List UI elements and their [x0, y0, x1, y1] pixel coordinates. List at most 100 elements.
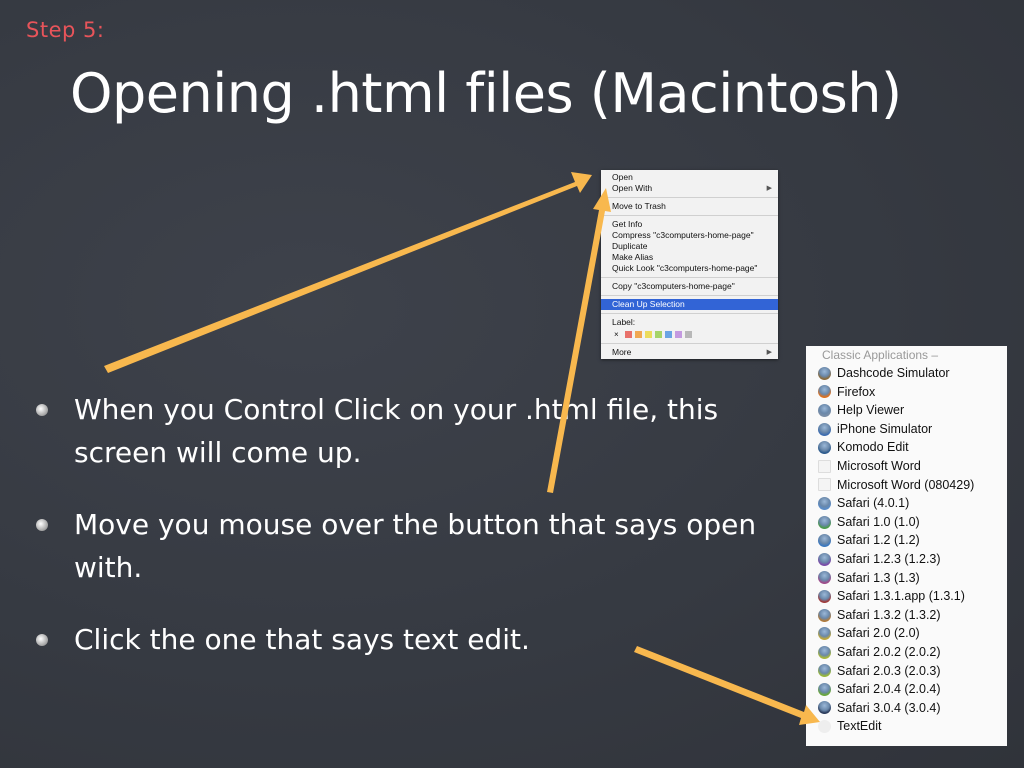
app-item-label: iPhone Simulator	[837, 421, 933, 436]
menu-item-label: Quick Look "c3computers-home-page"	[612, 263, 758, 273]
app-item[interactable]: TextEdit	[806, 717, 1007, 736]
menu-item-label: More	[612, 347, 632, 357]
app-item-label: Safari 2.0.3 (2.0.3)	[837, 663, 941, 678]
menu-item-label: Duplicate	[612, 241, 648, 251]
blank-app-icon	[818, 478, 831, 492]
slide-title: Opening .html files (Macintosh)	[70, 62, 902, 125]
clear-label-icon[interactable]: ×	[614, 330, 619, 339]
bullet-icon	[36, 634, 48, 646]
app-item[interactable]: Safari 1.3 (1.3)	[806, 569, 1007, 588]
app-item[interactable]: Help Viewer	[806, 401, 1007, 420]
help-viewer-icon	[818, 403, 831, 417]
bullet-icon	[36, 519, 48, 531]
app-item[interactable]: Safari 3.0.4 (3.0.4)	[806, 699, 1007, 718]
bullet-text: When you Control Click on your .html fil…	[74, 393, 719, 469]
menu-item-label: Copy "c3computers-home-page"	[612, 281, 735, 291]
app-item[interactable]: Safari 2.0.4 (2.0.4)	[806, 680, 1007, 699]
menu-item-more[interactable]: More ▶	[601, 347, 778, 358]
app-item[interactable]: Safari 1.3.2 (1.3.2)	[806, 606, 1007, 625]
label-swatch-yellow[interactable]	[644, 330, 652, 338]
open-with-submenu: Classic Applications – Dashcode Simulato…	[806, 346, 1007, 746]
app-item-label: Safari 2.0 (2.0)	[837, 626, 920, 641]
app-item-label: Help Viewer	[837, 403, 905, 418]
blank-app-icon	[818, 459, 831, 473]
safari-icon	[818, 534, 831, 548]
app-item-label: Safari 2.0.4 (2.0.4)	[837, 682, 941, 697]
app-item-label: Safari 1.3 (1.3)	[837, 570, 920, 585]
menu-item-label: Make Alias	[612, 252, 654, 262]
menu-separator	[601, 197, 778, 198]
label-swatch-green[interactable]	[654, 330, 662, 338]
safari-icon	[818, 627, 831, 641]
app-item-label: Safari 2.0.2 (2.0.2)	[837, 644, 941, 659]
textedit-icon	[818, 720, 831, 734]
menu-item-open[interactable]: Open	[601, 172, 778, 183]
menu-item-get-info[interactable]: Get Info	[601, 219, 778, 230]
bullet-item: When you Control Click on your .html fil…	[36, 388, 796, 474]
context-menu: Open Open With ▶ Move to Trash Get Info C…	[601, 170, 778, 359]
bullet-text: Move you mouse over the button that says…	[74, 508, 757, 584]
label-swatch-red[interactable]	[624, 330, 632, 338]
menu-item-duplicate[interactable]: Duplicate	[601, 241, 778, 252]
app-item-label: Safari 1.3.2 (1.3.2)	[837, 607, 941, 622]
app-item-label: Safari 1.2 (1.2)	[837, 533, 920, 548]
menu-item-label: Move to Trash	[612, 201, 666, 211]
app-item-label: Komodo Edit	[837, 440, 909, 455]
iphone-simulator-icon	[818, 422, 831, 436]
safari-icon	[818, 645, 831, 659]
app-item[interactable]: Safari 1.0 (1.0)	[806, 513, 1007, 532]
app-item[interactable]: Microsoft Word (080429)	[806, 476, 1007, 495]
label-heading: Label:	[601, 317, 778, 328]
safari-icon	[818, 552, 831, 566]
app-item-label: Safari 1.3.1.app (1.3.1)	[837, 589, 965, 604]
app-item[interactable]: Safari 1.3.1.app (1.3.1)	[806, 587, 1007, 606]
menu-separator	[601, 343, 778, 344]
menu-item-copy[interactable]: Copy "c3computers-home-page"	[601, 281, 778, 292]
label-swatch-blue[interactable]	[664, 330, 672, 338]
app-item[interactable]: Safari 2.0.3 (2.0.3)	[806, 662, 1007, 681]
menu-item-make-alias[interactable]: Make Alias	[601, 252, 778, 263]
safari-icon	[818, 701, 831, 715]
app-item[interactable]: Safari 2.0 (2.0)	[806, 624, 1007, 643]
komodo-icon	[818, 441, 831, 455]
safari-icon	[818, 682, 831, 696]
safari-icon	[818, 608, 831, 622]
app-item-label: Safari (4.0.1)	[837, 496, 910, 511]
app-item[interactable]: Safari 1.2.3 (1.2.3)	[806, 550, 1007, 569]
menu-separator	[601, 215, 778, 216]
menu-separator	[601, 313, 778, 314]
menu-item-label: Get Info	[612, 219, 643, 229]
label-swatch-purple[interactable]	[674, 330, 682, 338]
dashcode-icon	[818, 366, 831, 380]
app-item[interactable]: Safari 1.2 (1.2)	[806, 531, 1007, 550]
app-item-label: TextEdit	[837, 719, 882, 734]
app-item[interactable]: Safari (4.0.1)	[806, 494, 1007, 513]
menu-item-label: Clean Up Selection	[612, 299, 685, 309]
menu-item-open-with[interactable]: Open With ▶	[601, 183, 778, 194]
label-swatch-orange[interactable]	[634, 330, 642, 338]
app-item[interactable]: iPhone Simulator	[806, 420, 1007, 439]
menu-item-move-to-trash[interactable]: Move to Trash	[601, 201, 778, 212]
app-item-label: Firefox	[837, 384, 876, 399]
menu-item-clean-up-selection[interactable]: Clean Up Selection	[601, 299, 778, 310]
app-item-label: Safari 1.2.3 (1.2.3)	[837, 551, 941, 566]
app-item[interactable]: Komodo Edit	[806, 438, 1007, 457]
menu-separator	[601, 277, 778, 278]
arrow-to-context-menu	[104, 172, 592, 373]
label-swatch-gray[interactable]	[684, 330, 692, 338]
safari-icon	[818, 589, 831, 603]
app-item[interactable]: Firefox	[806, 383, 1007, 402]
app-item[interactable]: Safari 2.0.2 (2.0.2)	[806, 643, 1007, 662]
bullet-text: Click the one that says text edit.	[74, 623, 530, 656]
menu-item-label: Compress "c3computers-home-page"	[612, 230, 754, 240]
app-item-label: Safari 3.0.4 (3.0.4)	[837, 700, 941, 715]
menu-item-quick-look[interactable]: Quick Look "c3computers-home-page"	[601, 263, 778, 274]
safari-icon	[818, 571, 831, 585]
label-color-swatches: ×	[601, 328, 778, 340]
menu-item-compress[interactable]: Compress "c3computers-home-page"	[601, 230, 778, 241]
app-item[interactable]: Dashcode Simulator	[806, 364, 1007, 383]
app-item[interactable]: Microsoft Word	[806, 457, 1007, 476]
bullet-icon	[36, 404, 48, 416]
step-label: Step 5:	[26, 18, 105, 42]
submenu-arrow-icon: ▶	[766, 349, 772, 356]
